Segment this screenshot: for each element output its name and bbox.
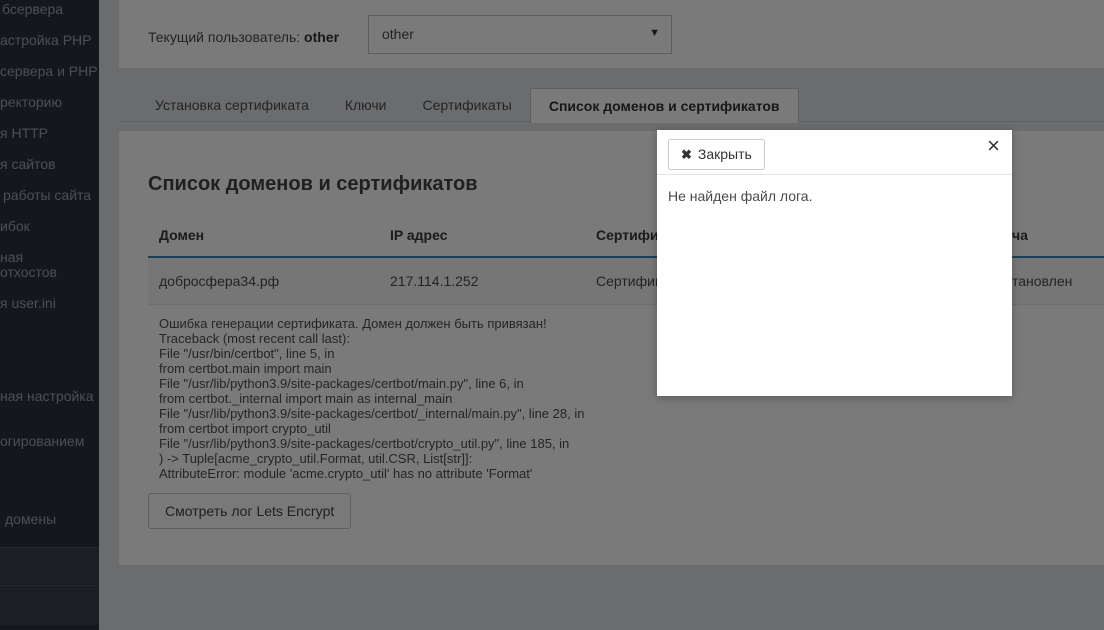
modal-close-button-label: Закрыть (698, 146, 752, 162)
log-modal: ✖ Закрыть × Не найден файл лога. (657, 130, 1012, 396)
modal-header: ✖ Закрыть × (657, 130, 1012, 175)
modal-corner-close-icon[interactable]: × (987, 135, 1000, 157)
modal-body-text: Не найден файл лога. (668, 188, 812, 204)
close-icon: ✖ (681, 147, 692, 162)
modal-close-button[interactable]: ✖ Закрыть (668, 139, 765, 170)
